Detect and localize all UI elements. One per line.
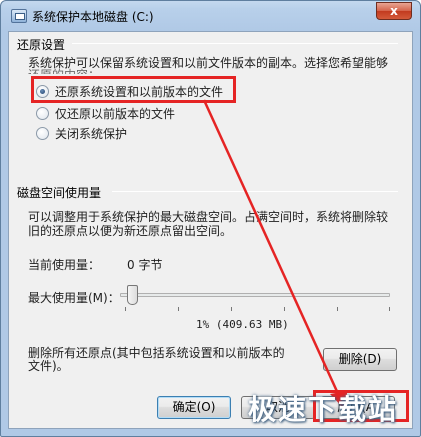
slider-tick (284, 307, 285, 311)
group-separator (112, 191, 398, 192)
slider-tick (337, 307, 338, 311)
slider-tick (231, 307, 232, 311)
radio-label: 仅还原以前版本的文件 (55, 107, 176, 121)
highlight-box-restore-option (31, 76, 236, 103)
current-usage-label: 当前使用量： (28, 258, 101, 272)
site-watermark: 极速下载站 (248, 393, 399, 426)
radio-label: 关闭系统保护 (55, 127, 128, 141)
radio-indicator (36, 107, 49, 120)
title-bar[interactable]: 系统保护本地磁盘 (C:) x (1, 1, 420, 31)
group-separator (72, 43, 398, 44)
slider-tick (125, 307, 126, 311)
max-usage-label: 最大使用量(M)： (28, 291, 120, 305)
ok-button[interactable]: 确定(O) (157, 396, 231, 419)
max-usage-readout: 1% (409.63 MB) (196, 318, 289, 331)
restore-description-line2: 还原的内容： (28, 66, 100, 74)
delete-restore-points-button[interactable]: 删除(D) (323, 348, 397, 371)
max-usage-slider-thumb[interactable] (126, 285, 138, 305)
slider-tick (178, 307, 179, 311)
radio-turn-off-protection[interactable]: 关闭系统保护 (36, 125, 127, 142)
restore-settings-heading: 还原设置 (17, 38, 66, 52)
slider-tick (389, 307, 390, 311)
system-protection-icon (11, 9, 27, 23)
disk-usage-heading: 磁盘空间使用量 (17, 186, 102, 200)
close-button[interactable]: x (376, 2, 412, 20)
radio-restore-files-only[interactable]: 仅还原以前版本的文件 (36, 105, 175, 122)
max-usage-slider-track[interactable] (120, 293, 390, 297)
current-usage-value: 0 字节 (127, 258, 163, 272)
delete-description-line2: 文件)。 (28, 359, 69, 373)
window-title: 系统保护本地磁盘 (C:) (32, 10, 154, 24)
radio-indicator (36, 127, 49, 140)
disk-usage-description-line2: 旧的还原点以便为新还原点留出空间。 (28, 224, 233, 238)
